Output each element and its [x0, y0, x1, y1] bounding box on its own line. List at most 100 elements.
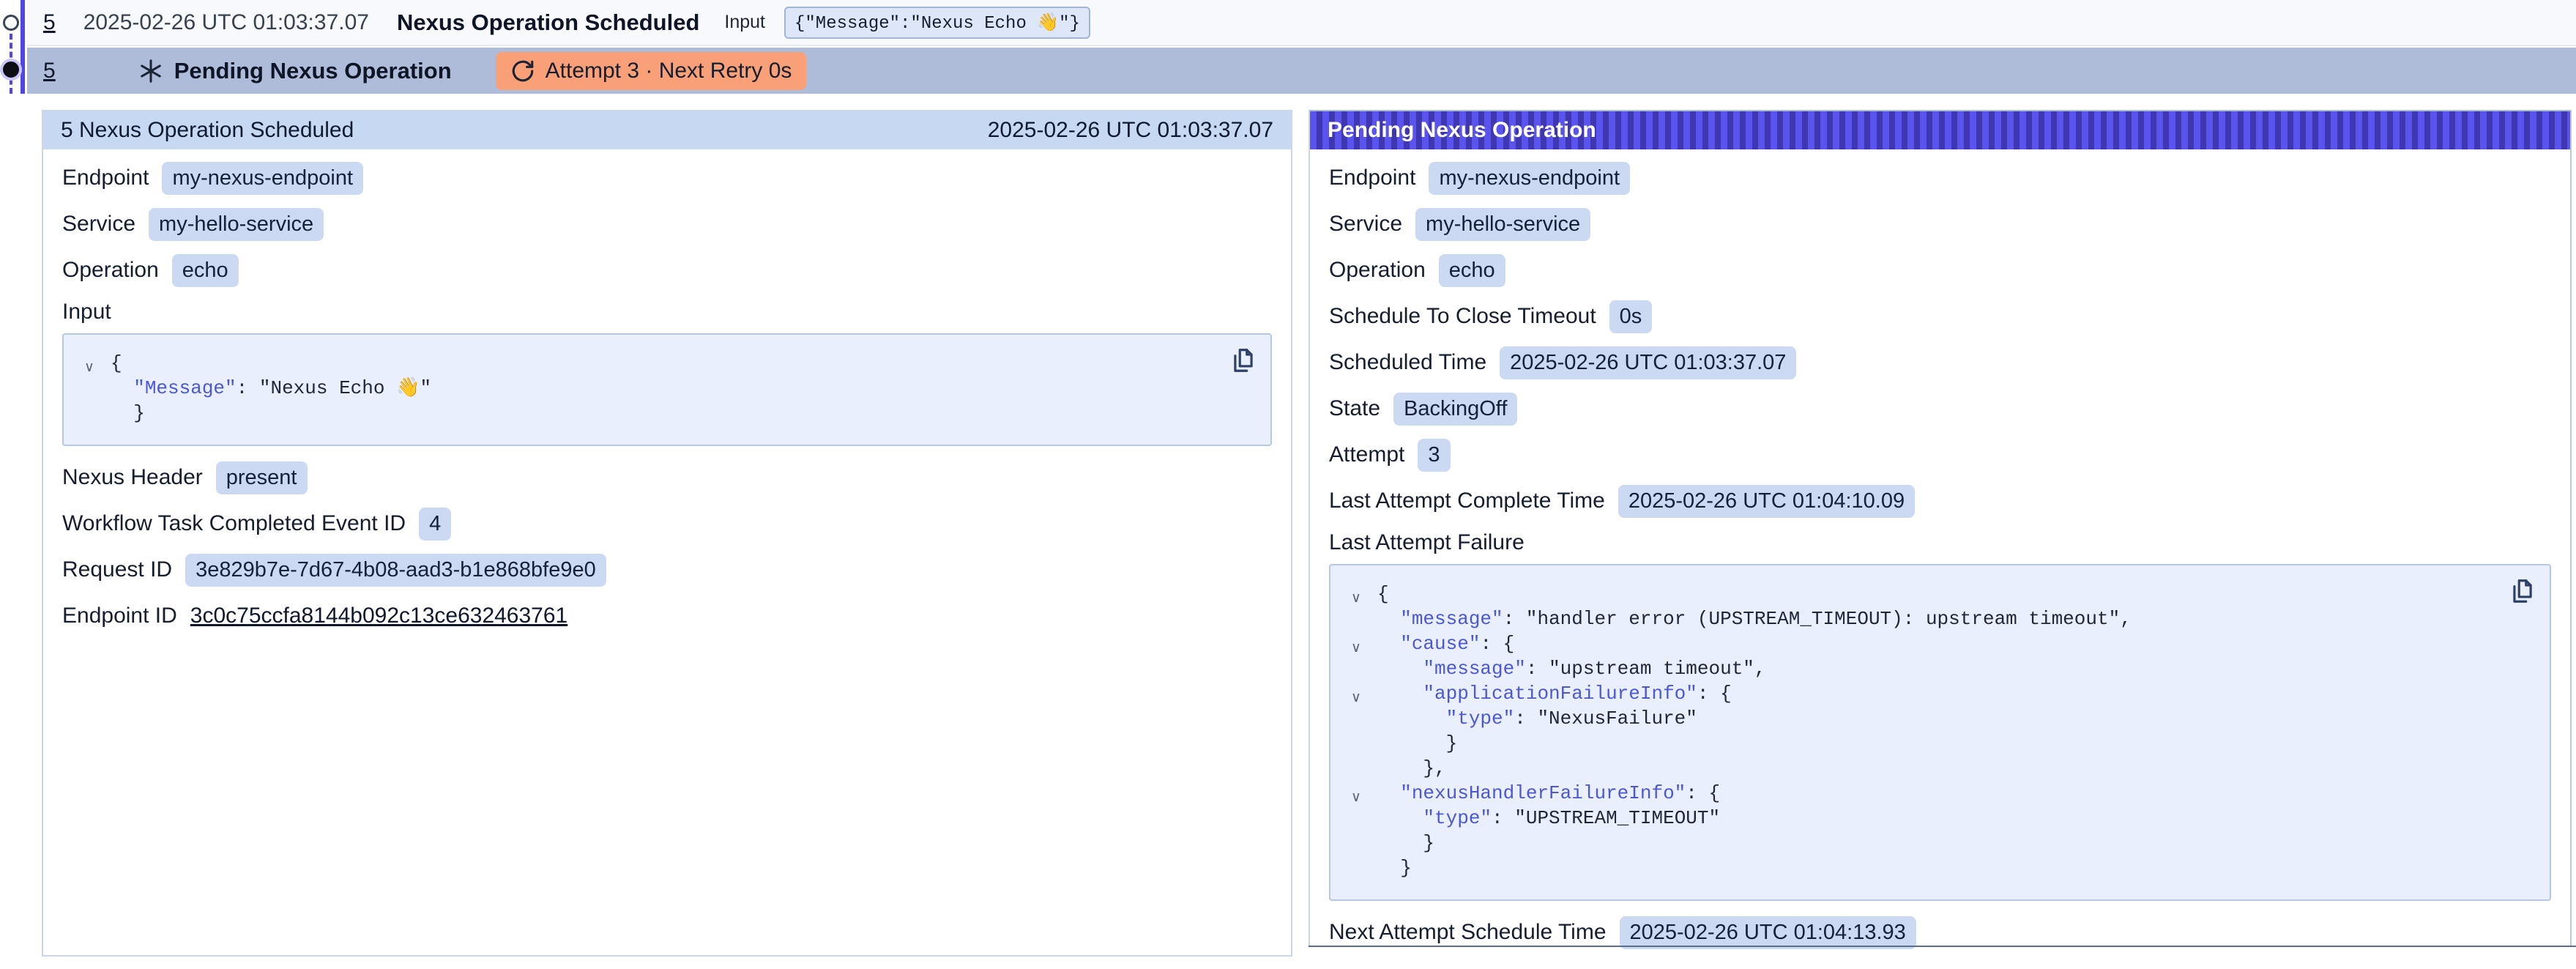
panel-timestamp: 2025-02-26 UTC 01:03:37.07 [988, 118, 1273, 143]
collapse-chevron-icon[interactable]: ∨ [1351, 585, 1361, 610]
collapse-chevron-icon[interactable]: ∨ [1351, 635, 1361, 660]
field-value-badge: 2025-02-26 UTC 01:03:37.07 [1500, 346, 1796, 379]
history-row-nexus-operation-scheduled[interactable]: 5 2025-02-26 UTC 01:03:37.07 Nexus Opera… [27, 0, 2576, 46]
json-text [1377, 782, 1400, 804]
json-text: }, [1377, 757, 1446, 779]
panel-pending-nexus-operation: Pending Nexus Operation Endpointmy-nexus… [1309, 110, 2572, 946]
json-line: } [111, 401, 1219, 426]
input-label: Input [724, 12, 765, 33]
json-text: : "upstream timeout", [1526, 658, 1766, 680]
json-text: : "UPSTREAM_TIMEOUT" [1492, 807, 1720, 829]
json-line: "message": "upstream timeout", [1377, 656, 2498, 681]
json-text [1377, 807, 1423, 829]
panel-nexus-operation-scheduled: 5 Nexus Operation Scheduled 2025-02-26 U… [42, 110, 1292, 957]
event-title: Nexus Operation Scheduled [397, 10, 699, 36]
json-key: "nexusHandlerFailureInfo" [1400, 782, 1686, 804]
detail-field-row: Servicemy-hello-service [62, 207, 1272, 241]
field-value-badge: my-hello-service [1415, 208, 1590, 241]
detail-field-row: Schedule To Close Timeout0s [1329, 300, 2551, 333]
json-line: "message": "handler error (UPSTREAM_TIME… [1377, 606, 2498, 631]
json-text [1377, 658, 1423, 680]
attempt-retry-text: Attempt 3 · Next Retry 0s [546, 59, 792, 83]
copy-button[interactable] [2509, 577, 2536, 607]
json-text: : { [1480, 633, 1514, 655]
panel-body-pending: Endpointmy-nexus-endpointServicemy-hello… [1310, 149, 2570, 969]
panel-title: 5 Nexus Operation Scheduled [61, 118, 354, 143]
detail-field-row: Operationecho [1329, 253, 2551, 287]
field-label: Nexus Header [62, 465, 203, 490]
field-label: Endpoint [1329, 166, 1415, 190]
json-text: } [111, 402, 145, 424]
field-label: Last Attempt Complete Time [1329, 489, 1605, 513]
timeline-event-marker-icon [3, 15, 19, 31]
field-label: Service [1329, 212, 1402, 237]
panel-title: Pending Nexus Operation [1328, 118, 1596, 143]
timeline-current-event-marker-icon [0, 59, 22, 81]
field-label: Operation [62, 258, 159, 283]
json-key: "Message" [133, 377, 236, 399]
json-text: : { [1697, 683, 1732, 705]
copy-button[interactable] [1229, 346, 1257, 376]
json-key: "cause" [1400, 633, 1480, 655]
field-value-badge: BackingOff [1393, 393, 1517, 426]
event-id-link[interactable]: 5 [43, 59, 56, 83]
detail-field-row: Endpoint ID3c0c75ccfa8144b092c13ce632463… [62, 599, 1272, 633]
field-value-badge: present [216, 461, 308, 494]
history-row-pending-nexus-operation[interactable]: 5 Pending Nexus Operation Attempt 3 · Ne… [27, 48, 2576, 94]
copy-icon [2509, 577, 2536, 605]
json-line: ∨ "applicationFailureInfo": { [1377, 681, 2498, 706]
section-bottom-divider [1309, 946, 2576, 947]
event-timestamp: 2025-02-26 UTC 01:03:37.07 [83, 10, 369, 35]
json-text [1377, 683, 1423, 705]
json-text: : { [1686, 782, 1720, 804]
event-id-link[interactable]: 5 [43, 10, 56, 35]
collapse-chevron-icon[interactable]: ∨ [1351, 784, 1361, 809]
detail-field-row: Endpointmy-nexus-endpoint [62, 161, 1272, 195]
event-detail-panels: 5 Nexus Operation Scheduled 2025-02-26 U… [42, 110, 2572, 957]
json-text [1377, 708, 1446, 729]
json-text: { [1377, 583, 1389, 605]
json-text: { [111, 352, 122, 374]
field-label: Endpoint [62, 166, 149, 190]
field-label: Workflow Task Completed Event ID [62, 511, 406, 536]
json-line: ∨ "nexusHandlerFailureInfo": { [1377, 781, 2498, 806]
field-value-badge: my-hello-service [149, 208, 324, 241]
field-label: Request ID [62, 557, 172, 582]
json-key: "type" [1423, 807, 1492, 829]
field-label: Last Attempt Failure [1329, 530, 2551, 555]
json-text: } [1377, 732, 1457, 754]
pending-asterisk-icon [138, 58, 164, 84]
json-key: "message" [1400, 608, 1503, 630]
field-value-badge: 2025-02-26 UTC 01:04:10.09 [1618, 485, 1915, 518]
detail-field-row: Service my-hello-service [1329, 207, 2551, 241]
input-json-block: ∨{ "Message": "Nexus Echo 👋" } [62, 333, 1272, 446]
field-value-link[interactable]: 3c0c75ccfa8144b092c13ce632463761 [190, 604, 567, 628]
collapse-chevron-icon[interactable]: ∨ [84, 354, 94, 379]
json-line: ∨{ [111, 351, 1219, 376]
json-line: ∨ "cause": { [1377, 631, 2498, 656]
json-line: "type": "UPSTREAM_TIMEOUT" [1377, 806, 2498, 831]
timeline-active-line [21, 0, 25, 94]
detail-field-row: Operationecho [62, 253, 1272, 287]
attempt-retry-badge: Attempt 3 · Next Retry 0s [496, 52, 807, 90]
detail-field-row: Request ID3e829b7e-7d67-4b08-aad3-b1e868… [62, 553, 1272, 587]
field-label: Next Attempt Schedule Time [1329, 920, 1607, 945]
field-label: Attempt [1329, 442, 1404, 467]
detail-field-row: StateBackingOff [1329, 392, 2551, 426]
field-label: Schedule To Close Timeout [1329, 304, 1596, 329]
field-label: Operation [1329, 258, 1426, 283]
collapse-chevron-icon[interactable]: ∨ [1351, 685, 1361, 710]
json-text: } [1377, 857, 1412, 879]
json-line: "type": "NexusFailure" [1377, 706, 2498, 731]
json-text: : "Nexus Echo 👋" [237, 377, 431, 399]
detail-field-row: Attempt3 [1329, 438, 2551, 472]
json-line: ∨{ [1377, 582, 2498, 606]
last-attempt-failure-json-block: ∨{ "message": "handler error (UPSTREAM_T… [1329, 564, 2551, 901]
detail-field-row: Next Attempt Schedule Time 2025-02-26 UTC… [1329, 916, 2551, 949]
input-value-chip: {"Message":"Nexus Echo 👋"} [784, 7, 1090, 39]
json-key: "message" [1423, 658, 1525, 680]
field-value-badge: 2025-02-26 UTC 01:04:13.93 [1620, 916, 1916, 949]
panel-header-pending: Pending Nexus Operation [1310, 111, 2570, 149]
detail-field-row: Scheduled Time2025-02-26 UTC 01:03:37.07 [1329, 346, 2551, 379]
retry-icon [510, 59, 535, 83]
